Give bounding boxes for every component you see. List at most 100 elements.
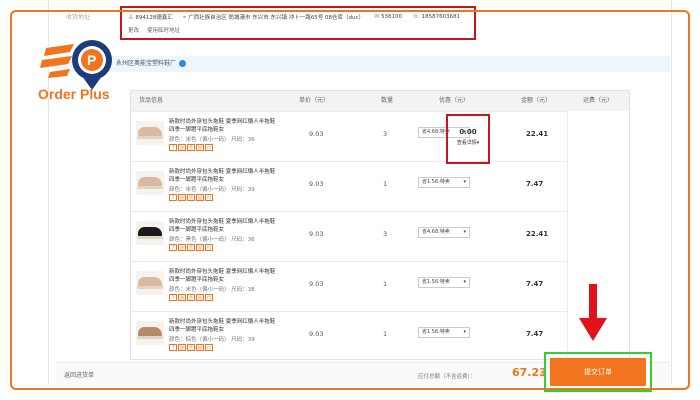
location-icon: ⌖ [182, 14, 187, 21]
product-attributes: 颜色：米色（偏小一码） 尺码：39 [169, 187, 255, 193]
header-unit-price: 单价（元） [299, 97, 330, 104]
header-shipping: 运费（元） [583, 97, 614, 104]
unit-price: 9.03 [309, 230, 324, 238]
page-frame: 收货地址 ♙ 894128德鑫汇 ⌖ 广西壮族自治区 防城港市 东兴市 东兴镇 冲卜… [0, 0, 700, 400]
product-thumbnail[interactable] [136, 121, 164, 145]
service-tag: 7 [169, 244, 177, 251]
service-tag: 赔 [196, 194, 204, 201]
unit-price: 9.03 [309, 330, 324, 338]
shipping-fee: 0.00 [459, 128, 477, 136]
line-subtotal: 22.41 [526, 130, 549, 138]
service-tag: 付 [205, 144, 213, 151]
chevron-down-icon: ▾ [463, 229, 466, 235]
table-row: 新款时尚外穿包头拖鞋 夏季网红懒人半拖鞋 四季一脚蹬平底拖鞋女 颜色：黑色（偏小… [131, 211, 567, 261]
temporary-address-link[interactable]: 使用临时地址 [147, 26, 180, 34]
header-product: 货品信息 [139, 97, 164, 104]
verified-badge-icon [179, 60, 187, 67]
table-row: 新款时尚外穿包头拖鞋 夏季网红懒人半拖鞋 四季一脚蹬平底拖鞋女 颜色：米色（偏小… [131, 261, 567, 311]
promotion-select[interactable]: 省1.56:特卖 ▾ [418, 327, 470, 338]
promotion-select[interactable]: 省4.68:特卖 ▾ [418, 227, 470, 238]
line-subtotal: 7.47 [526, 330, 544, 338]
phone-number: 18587603681 [421, 14, 461, 20]
unit-price: 9.03 [309, 180, 324, 188]
service-tags: 7退货赔付 [169, 344, 213, 351]
header-amount: 金额（元） [521, 97, 552, 104]
product-name[interactable]: 新款时尚外穿包头拖鞋 夏季网红懒人半拖鞋 四季一脚蹬平底拖鞋女 [169, 218, 279, 234]
brand-name: Order Plus [38, 86, 110, 102]
shipping-fee-box: 0.00 查看详情▾ [446, 114, 490, 164]
product-name[interactable]: 新款时尚外穿包头拖鞋 夏季网红懒人半拖鞋 四季一脚蹬平底拖鞋女 [169, 268, 279, 284]
service-tags: 7退货赔付 [169, 244, 213, 251]
product-thumbnail[interactable] [136, 171, 164, 195]
header-quantity: 数量 [381, 97, 394, 104]
line-subtotal: 7.47 [526, 180, 544, 188]
product-attributes: 颜色：米色（偏小一码） 尺码：36 [169, 137, 255, 143]
service-tag: 货 [187, 344, 195, 351]
phone-icon: ☏ [412, 13, 420, 20]
chevron-down-icon: ▾ [476, 140, 480, 146]
service-tag: 付 [205, 194, 213, 201]
service-tag: 7 [169, 194, 177, 201]
product-attributes: 颜色：黑色（偏小一码） 尺码：36 [169, 237, 255, 243]
service-tag: 赔 [196, 344, 204, 351]
shipping-address-box[interactable]: ♙ 894128德鑫汇 ⌖ 广西壮族自治区 防城港市 东兴市 东兴镇 冲卜一路65号… [120, 6, 476, 40]
product-attributes: 颜色：米色（偏小一码） 尺码：38 [169, 287, 255, 293]
submit-order-button[interactable]: 提交订单 [550, 358, 646, 386]
order-items-table: 货品信息 单价（元） 数量 优惠（元） 金额（元） 运费（元） 新款时尚外穿包头… [130, 90, 630, 361]
service-tag: 赔 [196, 294, 204, 301]
service-tag: 7 [169, 344, 177, 351]
chevron-down-icon: ▾ [463, 179, 466, 185]
product-thumbnail[interactable] [136, 271, 164, 295]
product-thumbnail[interactable] [136, 221, 164, 245]
service-tags: 7退货赔付 [169, 194, 213, 201]
service-tag: 赔 [196, 144, 204, 151]
service-tag: 退 [178, 294, 186, 301]
service-tag: 退 [178, 144, 186, 151]
chevron-down-icon: ▾ [463, 329, 466, 335]
service-tag: 付 [205, 244, 213, 251]
service-tag: 退 [178, 344, 186, 351]
table-row: 新款时尚外穿包头拖鞋 夏季网红懒人半拖鞋 四季一脚蹬平底拖鞋女 颜色：米色（偏小… [131, 161, 567, 211]
service-tag: 货 [187, 144, 195, 151]
table-row: 新款时尚外穿包头拖鞋 夏季网红懒人半拖鞋 四季一脚蹬平底拖鞋女 颜色：棕色（偏小… [131, 311, 567, 361]
unit-price: 9.03 [309, 280, 324, 288]
header-promotion: 优惠（元） [439, 97, 470, 104]
quantity: 1 [383, 280, 388, 288]
address-text: 广西壮族自治区 防城港市 东兴市 东兴镇 冲卜一路65号 08仓库（duc） [188, 15, 365, 21]
mail-icon: ✉ [374, 13, 380, 20]
postcode: 538100 [381, 14, 403, 20]
recipient-name: 894128德鑫汇 [135, 15, 173, 21]
promotion-select[interactable]: 省1.56:特卖 ▾ [418, 177, 470, 188]
address-label: 收货地址 [66, 14, 91, 21]
quantity: 3 [383, 230, 388, 238]
red-arrow-icon [579, 284, 607, 341]
table-row: 新款时尚外穿包头拖鞋 夏季网红懒人半拖鞋 四季一脚蹬平底拖鞋女 颜色：米色（偏小… [131, 111, 567, 161]
line-subtotal: 7.47 [526, 280, 544, 288]
service-tag: 7 [169, 144, 177, 151]
store-bar: 永州区奥能宝塑料鞋厂 [56, 56, 670, 72]
back-to-cart-link[interactable]: 返回进货单 [64, 370, 94, 379]
amount-due-label: 应付总额（不含运费）： [418, 374, 476, 380]
svg-text:P: P [87, 52, 96, 68]
service-tag: 付 [205, 294, 213, 301]
service-tags: 7退货赔付 [169, 294, 213, 301]
service-tags: 7退货赔付 [169, 144, 213, 151]
product-name[interactable]: 新款时尚外穿包头拖鞋 夏季网红懒人半拖鞋 四季一脚蹬平底拖鞋女 [169, 168, 279, 184]
table-header: 货品信息 单价（元） 数量 优惠（元） 金额（元） 运费（元） [131, 91, 629, 111]
service-tag: 7 [169, 294, 177, 301]
unit-price: 9.03 [309, 130, 324, 138]
service-tag: 货 [187, 194, 195, 201]
person-icon: ♙ [128, 14, 134, 21]
product-attributes: 颜色：棕色（偏小一码） 尺码：39 [169, 337, 255, 343]
product-name[interactable]: 新款时尚外穿包头拖鞋 夏季网红懒人半拖鞋 四季一脚蹬平底拖鞋女 [169, 118, 279, 134]
line-subtotal: 22.41 [526, 230, 549, 238]
chevron-down-icon: ▾ [463, 279, 466, 285]
service-tag: 货 [187, 244, 195, 251]
quantity: 3 [383, 130, 388, 138]
shipping-details-link[interactable]: 查看详情▾ [448, 139, 488, 146]
product-name[interactable]: 新款时尚外穿包头拖鞋 夏季网红懒人半拖鞋 四季一脚蹬平底拖鞋女 [169, 318, 279, 334]
product-thumbnail[interactable] [136, 321, 164, 345]
service-tag: 退 [178, 244, 186, 251]
promotion-select[interactable]: 省1.56:特卖 ▾ [418, 277, 470, 288]
service-tag: 退 [178, 194, 186, 201]
